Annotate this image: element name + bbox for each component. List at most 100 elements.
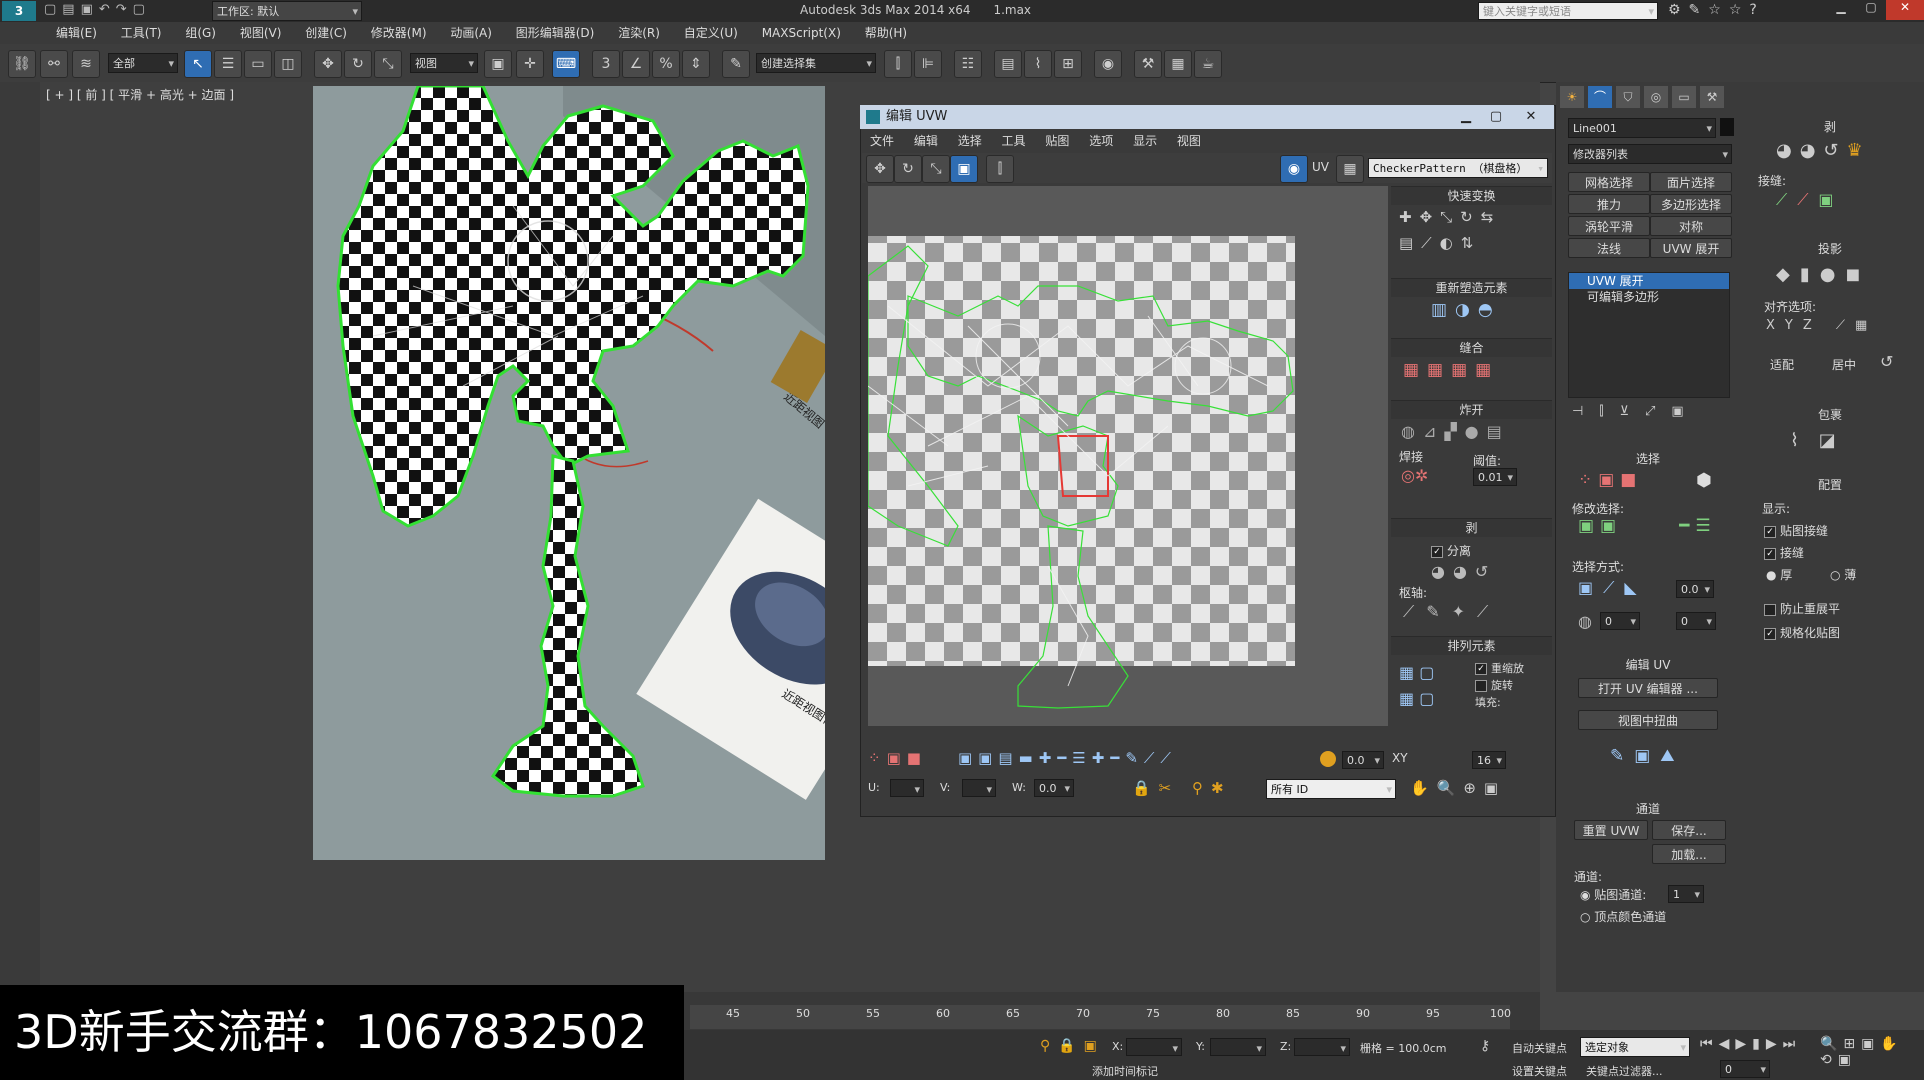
motion-tab-icon[interactable]: ◎ xyxy=(1644,86,1668,108)
select-by-icons[interactable]: ▣⟋◣ xyxy=(1578,578,1647,598)
load-button[interactable]: 加载... xyxy=(1652,844,1726,864)
projection-icons[interactable]: ◆▮●◼ xyxy=(1776,264,1870,285)
viewport-nav-controls[interactable]: 🔍⊞▣✋⟲▣ xyxy=(1820,1036,1924,1068)
lock-icons[interactable]: 🔒✂ ⚲✱ xyxy=(1132,779,1232,797)
detach-checkbox[interactable]: ✓ 分离 xyxy=(1431,542,1471,559)
wrap-header[interactable]: 包裹 xyxy=(1750,406,1910,423)
key-icon[interactable]: ⚷ xyxy=(1480,1038,1490,1054)
peel-rollout-icons[interactable]: ◕◕↺♛ xyxy=(1776,140,1871,161)
select-by-spinner-1[interactable]: 0.0 xyxy=(1676,580,1714,599)
rendered-frame-icon[interactable]: ▦ xyxy=(1164,50,1192,78)
uvw-menu-display[interactable]: 显示 xyxy=(1125,131,1165,151)
unlink-icon[interactable]: ⚯ xyxy=(40,50,68,78)
u-spinner[interactable] xyxy=(890,779,924,800)
menu-animation[interactable]: 动画(A) xyxy=(440,22,502,44)
menu-views[interactable]: 视图(V) xyxy=(230,22,292,44)
quick-transform-icons-2[interactable]: ▤⟋◐⇅ xyxy=(1399,234,1481,252)
display-tab-icon[interactable]: ▭ xyxy=(1672,86,1696,108)
uvw-move-icon[interactable]: ✥ xyxy=(866,155,894,183)
open-uv-editor-button[interactable]: 打开 UV 编辑器 ... xyxy=(1578,678,1718,698)
object-color-swatch[interactable] xyxy=(1720,118,1734,136)
edit-uv-header[interactable]: 编辑 UV xyxy=(1568,656,1728,673)
pivot-center-icon[interactable]: ▣ xyxy=(484,50,512,78)
link-icon[interactable]: ⛓ xyxy=(8,50,36,78)
quick-planar-icons[interactable]: ✎▣⛰ xyxy=(1610,746,1685,766)
uvw-freeform-icon[interactable]: ▣ xyxy=(950,155,978,183)
scale-icon[interactable]: ⤡ xyxy=(374,50,402,78)
turbosmooth-button[interactable]: 涡轮平滑 xyxy=(1568,216,1650,236)
edit-named-sets-icon[interactable]: ✎ xyxy=(722,50,750,78)
normalize-map-checkbox[interactable]: ✓ 规格化贴图 xyxy=(1764,624,1840,641)
threshold-spinner[interactable]: 0.01 xyxy=(1473,468,1517,487)
rect-selection-icon[interactable]: ▭ xyxy=(244,50,272,78)
menu-edit[interactable]: 编辑(E) xyxy=(46,22,107,44)
arrange-icons[interactable]: ▦ ▢ ▦ ▢ xyxy=(1399,660,1434,712)
stitch-header[interactable]: 缝合 xyxy=(1391,338,1552,357)
view-nav-icons[interactable]: ✋🔍⊕▣ xyxy=(1410,779,1506,797)
uvw-menu-file[interactable]: 文件 xyxy=(862,131,902,151)
search-input[interactable]: 键入关键字或短语 xyxy=(1478,2,1658,21)
arrange-options[interactable]: ✓ 重缩放 旋转 填充: xyxy=(1475,660,1524,711)
percent-snap-icon[interactable]: % xyxy=(652,50,680,78)
peel-seams-checkbox[interactable]: ✓ 接缝 xyxy=(1764,544,1804,561)
w-spinner[interactable]: 0.0 xyxy=(1034,779,1074,798)
y-coord-field[interactable] xyxy=(1210,1038,1266,1059)
key-filters-button[interactable]: 关键点过滤器... xyxy=(1586,1063,1663,1079)
menu-rendering[interactable]: 渲染(R) xyxy=(608,22,670,44)
normal-button[interactable]: 法线 xyxy=(1568,238,1650,258)
keyboard-shortcut-icon[interactable]: ⌨ xyxy=(552,50,580,78)
menu-tools[interactable]: 工具(T) xyxy=(111,22,172,44)
seams-icons[interactable]: ⟋⟋▣ xyxy=(1776,190,1844,210)
z-coord-field[interactable] xyxy=(1294,1038,1350,1059)
uvw-menu-mapping[interactable]: 贴图 xyxy=(1037,131,1077,151)
menu-graph-editors[interactable]: 图形编辑器(D) xyxy=(506,22,605,44)
maximize-button[interactable]: ▢ xyxy=(1856,0,1886,20)
mirror-icon[interactable]: ⫿ xyxy=(884,50,912,78)
selection-header[interactable]: 选择 xyxy=(1568,450,1728,467)
prevent-reflatten-checkbox[interactable]: 防止重展平 xyxy=(1764,600,1840,617)
render-teapot-icon[interactable]: ☕ xyxy=(1194,50,1222,78)
soft-selection-icon[interactable] xyxy=(1320,751,1336,767)
grid-spinner[interactable]: 16 xyxy=(1472,751,1506,770)
spinner-snap-icon[interactable]: ⇕ xyxy=(682,50,710,78)
element-mode-icon[interactable]: ⬢ xyxy=(1696,470,1712,491)
modify-tab-icon[interactable]: ⌒ xyxy=(1588,86,1612,108)
symmetry-button[interactable]: 对称 xyxy=(1650,216,1732,236)
map-channel-radio[interactable]: ◉ 贴图通道: xyxy=(1580,886,1646,903)
curve-editor-icon[interactable]: ⌇ xyxy=(1024,50,1052,78)
stitch-icons[interactable]: ▦▦▦▦ xyxy=(1403,360,1499,380)
minimize-button[interactable]: ▁ xyxy=(1826,0,1856,20)
uvw-scale-icon[interactable]: ⤡ xyxy=(922,155,950,183)
select-object-icon[interactable]: ↖ xyxy=(184,50,212,78)
layer-manager-icon[interactable]: ☷ xyxy=(954,50,982,78)
align-axis-buttons[interactable]: XYZ ⟋▦ xyxy=(1766,318,1877,333)
patch-select-button[interactable]: 面片选择 xyxy=(1650,172,1732,192)
uvw-menu-edit[interactable]: 编辑 xyxy=(906,131,946,151)
sub-object-icons[interactable]: ⁘▣■ xyxy=(1578,470,1642,490)
utilities-tab-icon[interactable]: ⚒ xyxy=(1700,86,1724,108)
set-key-button[interactable]: 设置关键点 xyxy=(1512,1063,1567,1079)
uvw-checker-icon[interactable]: ▦ xyxy=(1336,155,1364,183)
thick-radio[interactable]: ● 厚 xyxy=(1766,566,1792,583)
stack-item-uvw-unwrap[interactable]: UVW 展开 xyxy=(1569,273,1729,289)
peel-icons[interactable]: ◕◕↺ xyxy=(1431,562,1496,581)
uvw-texture-dropdown[interactable]: CheckerPattern （棋盘格） xyxy=(1368,158,1548,179)
snaps-toggle-icon[interactable]: 3 xyxy=(592,50,620,78)
quick-transform-icons[interactable]: ✚✥⤡↻⇆ xyxy=(1399,208,1501,226)
sub-object-mode-icons[interactable]: ⁘▣■ xyxy=(868,749,927,767)
uvw-uv-label[interactable]: UV xyxy=(1312,160,1329,174)
pivot-icons[interactable]: ⟋✎✦⟋ xyxy=(1403,602,1500,622)
center-button[interactable]: 居中 xyxy=(1832,356,1856,373)
uvw-menu-tools[interactable]: 工具 xyxy=(994,131,1034,151)
map-channel-spinner[interactable]: 1 xyxy=(1668,885,1704,904)
thin-radio[interactable]: ○ 薄 xyxy=(1830,566,1856,583)
poly-select-button[interactable]: 多边形选择 xyxy=(1650,194,1732,214)
wrap-icons[interactable]: ⌇◪ xyxy=(1790,430,1856,451)
tweak-in-view-button[interactable]: 视图中扭曲 xyxy=(1578,710,1718,730)
uvw-menu-select[interactable]: 选择 xyxy=(950,131,990,151)
infocenter-icons[interactable]: ⚙✎☆☆? xyxy=(1668,2,1765,18)
menu-maxscript[interactable]: MAXScript(X) xyxy=(752,22,851,44)
select-by-spinner-2[interactable]: 0 xyxy=(1600,612,1640,631)
id-filter-dropdown[interactable]: 所有 ID xyxy=(1266,779,1396,800)
schematic-view-icon[interactable]: ⊞ xyxy=(1054,50,1082,78)
